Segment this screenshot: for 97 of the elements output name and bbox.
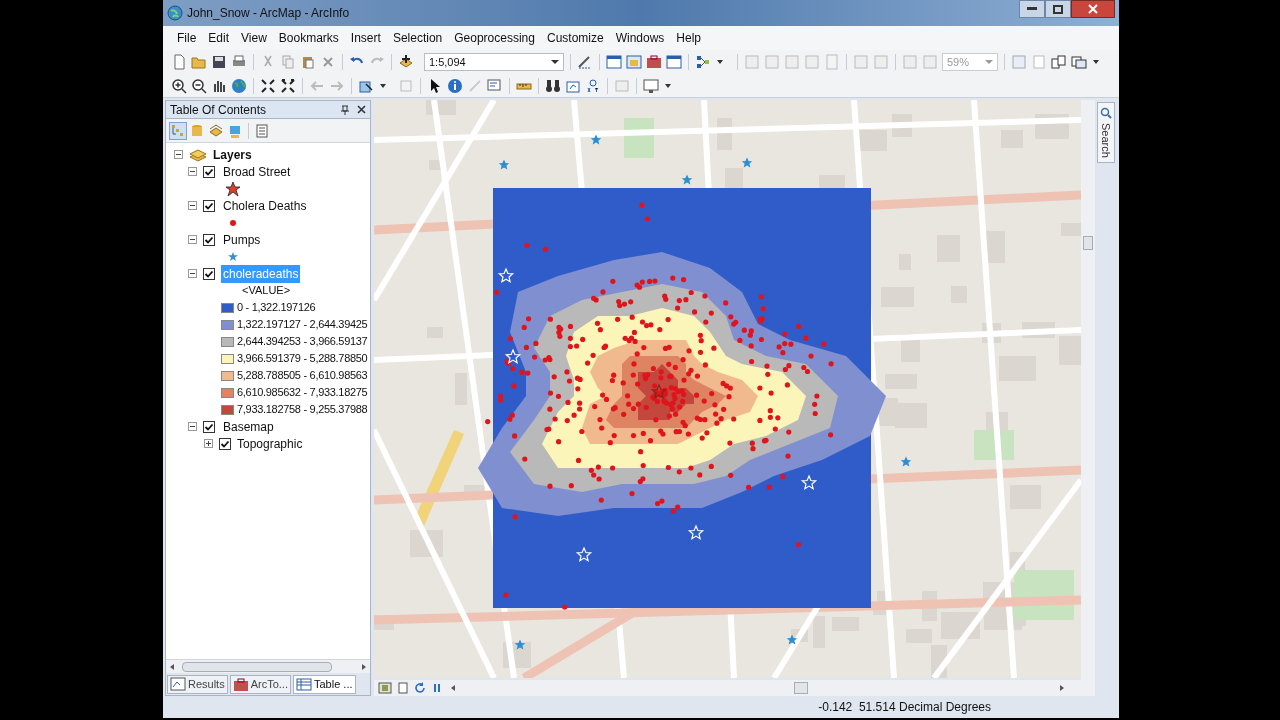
menu-item[interactable]: View bbox=[235, 29, 273, 47]
editor-icon[interactable] bbox=[577, 54, 593, 70]
menu-item[interactable]: Help bbox=[670, 29, 708, 47]
legend-class-label: 7,933.182758 - 9,255.37988 bbox=[237, 402, 368, 418]
legend-class-label: 0 - 1,322.197126 bbox=[237, 300, 316, 316]
viewer-icon[interactable] bbox=[643, 77, 659, 94]
coordinates-readout: -0.142 51.514 Decimal Degrees bbox=[818, 699, 991, 716]
vertical-scrollbar-thumb[interactable] bbox=[1083, 236, 1093, 250]
close-icon[interactable] bbox=[357, 105, 366, 114]
horizontal-scrollbar-thumb[interactable] bbox=[794, 682, 808, 694]
legend-class-label: 2,644.394253 - 3,966.59137 bbox=[237, 334, 368, 350]
collapse-icon[interactable] bbox=[188, 235, 197, 244]
layer-label[interactable]: Broad Street bbox=[221, 162, 293, 181]
broad-street-star-icon bbox=[650, 383, 668, 399]
zoom-out-fixed-icon[interactable] bbox=[280, 77, 296, 94]
legend-class-label: 1,322.197127 - 2,644.39425 bbox=[237, 317, 368, 333]
star-symbol-icon bbox=[225, 180, 241, 197]
go-to-xy-icon[interactable] bbox=[585, 77, 601, 94]
menu-item[interactable]: Windows bbox=[609, 29, 671, 47]
collapse-icon[interactable] bbox=[188, 422, 197, 431]
menu-item[interactable]: Geoprocessing bbox=[448, 29, 541, 47]
minimize-icon bbox=[1027, 7, 1037, 11]
pin-icon[interactable] bbox=[341, 104, 349, 115]
paste-icon[interactable] bbox=[300, 54, 316, 70]
zoom-in-fixed-icon[interactable] bbox=[260, 77, 276, 94]
results-icon bbox=[170, 676, 186, 692]
table-icon bbox=[296, 676, 312, 692]
data-view-icon[interactable] bbox=[378, 682, 392, 694]
scale-dropdown[interactable]: 1:5,094 bbox=[424, 53, 564, 71]
layer-checkbox[interactable] bbox=[219, 437, 231, 450]
dropdown-caret-icon bbox=[551, 59, 559, 65]
refresh-icon[interactable] bbox=[414, 682, 426, 694]
expand-icon[interactable] bbox=[204, 439, 213, 448]
layers-root-label[interactable]: Layers bbox=[213, 145, 252, 164]
find-binoculars-icon[interactable] bbox=[545, 77, 561, 94]
legend-class-label: 6,610.985632 - 7,933.18275 bbox=[237, 385, 368, 401]
layer-checkbox[interactable] bbox=[203, 420, 215, 433]
panel-tab[interactable]: Results bbox=[167, 674, 228, 694]
layer-label[interactable]: Basemap bbox=[221, 417, 276, 436]
toolbox-icon bbox=[232, 676, 249, 692]
maximize-button[interactable] bbox=[1045, 0, 1071, 18]
small-star-symbol-icon bbox=[228, 251, 238, 262]
add-data-icon[interactable] bbox=[398, 54, 414, 70]
layer-checkbox[interactable] bbox=[203, 165, 215, 178]
horizontal-scrollbar-thumb[interactable] bbox=[182, 661, 332, 672]
panel-tab[interactable]: ArcTo... bbox=[229, 674, 291, 694]
zoom-value: 59% bbox=[947, 54, 970, 70]
app-globe-icon bbox=[167, 5, 183, 21]
model-icon[interactable] bbox=[695, 54, 711, 70]
layer-checkbox[interactable] bbox=[203, 233, 215, 246]
data-driven-pages-icon[interactable] bbox=[1071, 54, 1087, 70]
window-icon[interactable] bbox=[666, 54, 682, 70]
layer-label[interactable]: Pumps bbox=[221, 230, 263, 249]
pause-icon[interactable] bbox=[432, 683, 442, 693]
panel-tab[interactable]: Table ... bbox=[293, 674, 356, 694]
vertical-scrollbar[interactable] bbox=[1081, 100, 1095, 680]
collapse-icon[interactable] bbox=[188, 201, 197, 210]
collapse-icon[interactable] bbox=[174, 150, 183, 159]
menu-item[interactable]: Customize bbox=[540, 29, 610, 47]
change-layout-icon[interactable] bbox=[1051, 54, 1067, 70]
zoom-out-icon[interactable] bbox=[191, 77, 207, 94]
new-document-icon[interactable] bbox=[171, 54, 187, 70]
minimize-button[interactable] bbox=[1019, 0, 1045, 18]
dot-symbol-icon bbox=[230, 219, 236, 226]
legend-class-label: 5,288.788505 - 6,610.98563 bbox=[237, 368, 368, 384]
globe-icon[interactable] bbox=[231, 77, 247, 94]
save-icon[interactable] bbox=[211, 54, 227, 70]
collapse-icon[interactable] bbox=[188, 167, 197, 176]
layer-checkbox[interactable] bbox=[203, 267, 215, 280]
legend-field-label: <VALUE> bbox=[241, 283, 292, 298]
menu-item[interactable]: Bookmarks bbox=[272, 29, 345, 47]
toggle-draft-icon[interactable] bbox=[1011, 54, 1027, 70]
search-side-tab[interactable]: Search bbox=[1097, 102, 1115, 163]
scale-value: 1:5,094 bbox=[429, 54, 466, 70]
search-icon bbox=[1100, 107, 1112, 119]
collapse-icon[interactable] bbox=[188, 269, 197, 278]
layer-label[interactable]: Cholera Deaths bbox=[221, 196, 309, 215]
maximize-icon bbox=[1053, 4, 1063, 14]
menu-item[interactable]: File bbox=[171, 29, 203, 47]
menu-item[interactable]: Edit bbox=[202, 29, 236, 47]
dropdown-caret-icon bbox=[985, 59, 993, 65]
legend-class-label: 3,966.591379 - 5,288.78850 bbox=[237, 351, 368, 367]
identify-icon[interactable] bbox=[447, 77, 463, 94]
menu-item[interactable]: Selection bbox=[386, 29, 449, 47]
layers-icon bbox=[189, 147, 207, 162]
panel-title: Table Of Contents bbox=[170, 101, 267, 119]
zoom-in-icon[interactable] bbox=[171, 77, 187, 94]
layout-view-icon[interactable] bbox=[398, 682, 408, 694]
close-button[interactable] bbox=[1071, 0, 1115, 18]
window-icon[interactable] bbox=[606, 54, 622, 70]
window-title: John_Snow - ArcMap - ArcInfo bbox=[187, 5, 350, 22]
layer-checkbox[interactable] bbox=[203, 199, 215, 212]
close-icon bbox=[1088, 4, 1098, 14]
menu-item[interactable]: Insert bbox=[344, 29, 387, 47]
layer-label[interactable]: Topographic bbox=[237, 434, 303, 453]
toolbox-icon[interactable] bbox=[646, 54, 662, 70]
list-by-visibility-icon[interactable] bbox=[208, 122, 224, 139]
